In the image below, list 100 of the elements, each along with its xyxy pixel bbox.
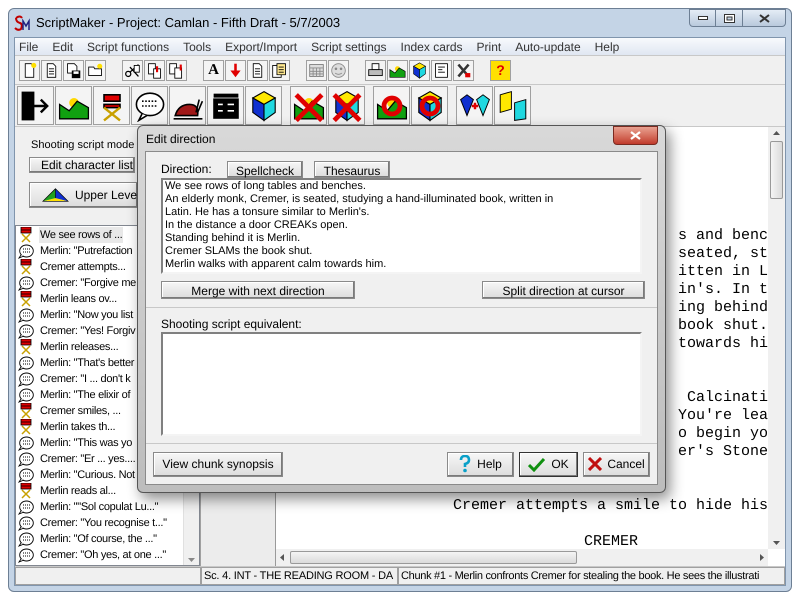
split-button[interactable]: Split direction at cursor [482,281,645,299]
question-mark-icon [459,455,472,473]
chunk-list-item[interactable]: Merlin reads al... [39,482,117,500]
scrollbar[interactable] [276,549,768,566]
chunk-list-item[interactable]: We see rows of ... [39,226,124,244]
speech-bubble-icon [18,388,34,402]
menu-item[interactable]: Auto-update [515,38,581,56]
thesaurus-button[interactable]: Thesaurus [314,161,390,178]
chunk-list-item[interactable]: Cremer: "Yes! Forgiv [39,322,136,340]
director-chair-icon [20,419,32,435]
menu-item[interactable]: File [19,38,38,56]
script-line: seated, st [678,245,768,263]
merge-button[interactable]: Merge with next direction [161,281,355,299]
toolbar-button[interactable] [431,60,452,80]
chunk-list-item[interactable]: Merlin: "This was yo [39,434,134,452]
close-button[interactable] [613,126,658,145]
toolbar-button[interactable] [17,86,54,125]
toolbar-button[interactable] [169,86,206,125]
toolbar-button[interactable] [93,86,130,125]
menu-item[interactable]: Index cards [400,38,463,56]
status-scene: Sc. 4. INT - THE READING ROOM - DA [201,567,398,585]
direction-label: Direction: [161,161,213,178]
cancel-button[interactable]: Cancel [583,452,650,476]
text-page-icon [433,62,450,78]
toolbar-button[interactable] [247,60,268,80]
minimize-button[interactable] [689,9,716,27]
chunk-list-item[interactable]: Merlin: "Curious. Not [39,466,136,484]
help-button[interactable]: Help [447,452,514,476]
maximize-button[interactable] [716,9,742,27]
toolbar-button[interactable] [55,86,92,125]
chunk-list-item[interactable]: Cremer: "You recognise t..." [39,514,168,532]
chunk-list-item[interactable]: Cremer attempts... [39,258,127,276]
chunk-list-item[interactable]: Merlin: "Now you list [39,306,134,324]
speech-bubble-icon [18,276,34,290]
checkmark-icon [528,456,546,472]
toolbar-button[interactable] [144,60,165,80]
speech-bubble-icon [18,244,34,258]
toolbar-button[interactable] [365,60,386,80]
toolbar-button[interactable] [85,60,106,80]
toolbar-button[interactable] [387,60,408,80]
toolbar-button[interactable] [207,86,244,125]
chunk-list-item[interactable]: Cremer: "Er ... yes.... [39,450,136,468]
tools-icon [455,62,472,78]
script-line: You're lea [678,407,768,425]
menu-item[interactable]: Script functions [87,38,170,56]
toolbar-button[interactable] [122,60,143,80]
toolbar-button[interactable] [328,86,365,125]
chunk-list-item[interactable]: Cremer: "Forgive me [39,274,138,292]
toolbar-button[interactable] [41,60,62,80]
save-icon [65,62,82,78]
toolbar-button[interactable] [453,60,474,80]
pyramid-icon [42,186,69,204]
menu-item[interactable]: Edit [52,38,74,56]
toolbar-button[interactable] [290,86,327,125]
chunk-list-item[interactable]: Merlin: "Of course, the ..." [39,530,158,548]
toolbar-button[interactable] [409,60,430,80]
chunk-list-item[interactable]: Cremer smiles, ... [39,402,122,420]
speech-bubble-icon [18,308,34,322]
chunk-list-item[interactable]: Merlin: "That's better [39,354,136,372]
shooting-script-field[interactable] [161,332,642,436]
scroll-thumb[interactable] [770,141,783,199]
speech-bubble-icon [18,324,34,338]
spellcheck-button[interactable]: Spellcheck [227,161,303,178]
script-line: s and benc [678,227,768,245]
toolbar-button[interactable] [19,60,40,80]
chunk-list-item[interactable]: Merlin releases... [39,338,120,356]
font-button[interactable]: A [203,60,224,80]
ok-button[interactable]: OK [519,452,578,476]
chunk-list-item[interactable]: Merlin leans ov... [39,290,118,308]
toolbar-button[interactable] [494,86,531,125]
cube-split-icon [496,90,528,122]
speech-bubble-icon [134,90,166,122]
menu-item[interactable]: Export/Import [225,38,298,56]
toolbar-button[interactable] [373,86,410,125]
toolbar-button[interactable] [269,60,290,80]
menu-item[interactable]: Help [594,38,620,56]
cube-icon [411,62,428,78]
chunk-list-item[interactable]: Merlin: "The elixir of [39,386,132,404]
chunk-list-item[interactable]: Merlin takes th... [39,418,116,436]
scroll-thumb[interactable] [290,551,577,564]
upper-level-button[interactable]: Upper Leve [29,182,138,208]
toolbar-button[interactable] [456,86,493,125]
direction-field[interactable]: We see rows of long tables and benches. An elderly monk, Cremer, is seated, studying a hand-illuminated book, written in Latin. He has a tonsure similar to Merlin's. In the distance a door CREAKs open. Standing behind it is Merlin. Cremer SLAMs the book shut. Merlin walks with apparent calm towards him. [161,178,642,274]
toolbar-button[interactable] [63,60,84,80]
edit-character-list-button[interactable]: Edit character list [29,156,135,172]
chunk-list-item[interactable]: Merlin: ""Sol copulat Lu..." [39,498,160,516]
help-button[interactable]: ? [490,60,511,80]
chunk-list-item[interactable]: Cremer: "Oh yes, at one ..." [39,546,167,564]
menu-item[interactable]: Script settings [311,38,386,56]
close-button[interactable] [742,9,786,27]
view-synopsis-button[interactable]: View chunk synopsis [153,452,283,476]
chunk-list-item[interactable]: Cremer: "I ... don't k [39,370,132,388]
toolbar-button[interactable] [131,86,168,125]
menu-item[interactable]: Tools [183,38,212,56]
toolbar-button[interactable] [166,60,187,80]
menu-item[interactable]: Print [476,38,502,56]
toolbar-button[interactable] [411,86,448,125]
toolbar-button[interactable] [245,86,282,125]
scrollbar[interactable] [768,127,785,549]
chunk-list-item[interactable]: Merlin: "Putrefaction [39,242,134,260]
